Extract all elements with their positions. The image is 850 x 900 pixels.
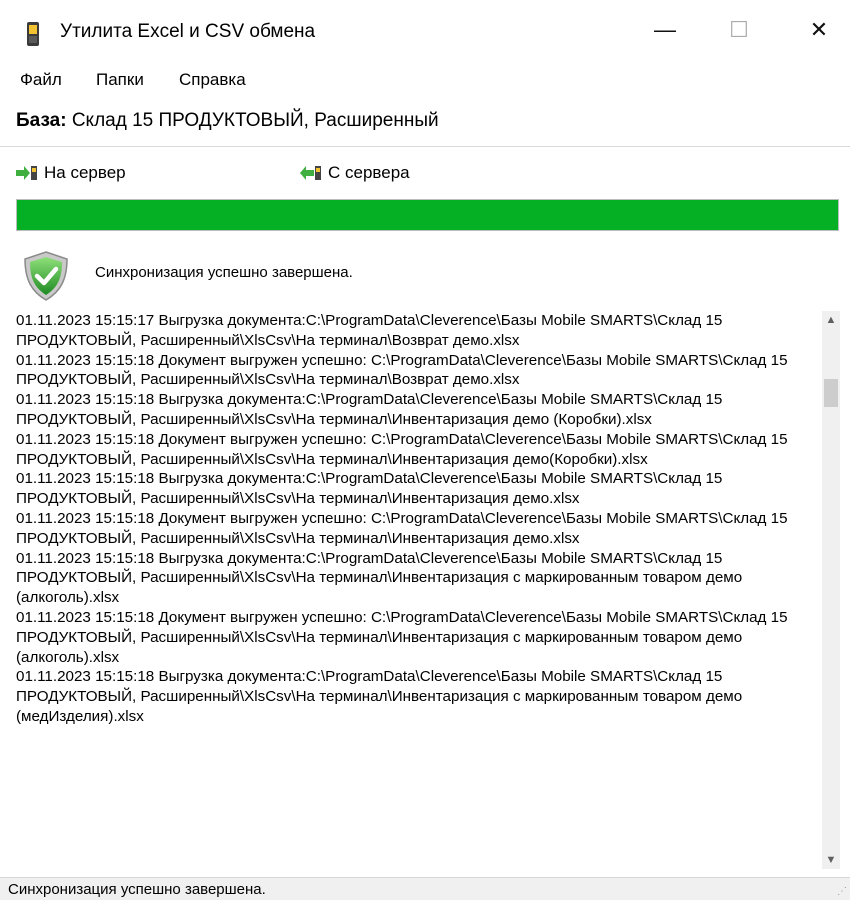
log-entry: 01.11.2023 15:15:18 Документ выгружен ус… — [16, 430, 788, 468]
app-icon — [27, 22, 39, 46]
menu-help[interactable]: Справка — [179, 70, 246, 90]
to-server-button[interactable]: На сервер — [16, 163, 126, 183]
shield-check-icon — [24, 251, 68, 301]
status-message: Синхронизация успешно завершена. — [95, 264, 353, 281]
log-entry: 01.11.2023 15:15:18 Выгрузка документа:C… — [16, 549, 743, 607]
menu-file[interactable]: Файл — [20, 70, 62, 90]
statusbar-text: Синхронизация успешно завершена. — [8, 881, 266, 898]
log-entry: 01.11.2023 15:15:18 Документ выгружен ус… — [16, 351, 788, 389]
log-entry: 01.11.2023 15:15:18 Выгрузка документа:C… — [16, 391, 723, 428]
database-line: База: Склад 15 ПРОДУКТОВЫЙ, Расширенный — [16, 110, 439, 132]
window-title: Утилита Excel и CSV обмена — [60, 21, 316, 42]
to-server-label: На сервер — [44, 163, 126, 182]
log-entry: 01.11.2023 15:15:18 Документ выгружен ус… — [16, 509, 788, 547]
resize-grip-icon[interactable]: ⋰ — [837, 886, 847, 897]
maximize-icon: ☐ — [729, 17, 749, 42]
close-icon: ✕ — [809, 17, 829, 42]
log-entry: 01.11.2023 15:15:18 Выгрузка документа:C… — [16, 668, 743, 725]
progress-fill — [17, 200, 838, 230]
title-bar: Утилита Excel и CSV обмена — ☐ ✕ — [0, 0, 850, 60]
database-value: Склад 15 ПРОДУКТОВЫЙ, Расширенный — [71, 110, 439, 131]
upload-arrow-icon — [16, 166, 37, 180]
divider — [0, 146, 850, 147]
menu-folders[interactable]: Папки — [96, 70, 144, 90]
log-scrollbar[interactable]: ▲ ▼ — [822, 311, 840, 869]
from-server-button[interactable]: С сервера — [300, 163, 410, 183]
scroll-down-icon[interactable]: ▼ — [822, 851, 840, 869]
minimize-button[interactable]: — — [634, 0, 696, 60]
log-list[interactable]: 01.11.2023 15:15:17 Выгрузка документа:C… — [16, 311, 821, 869]
close-button[interactable]: ✕ — [788, 0, 850, 60]
menu-bar: Файл Папки Справка — [0, 62, 850, 98]
from-server-label: С сервера — [328, 163, 410, 182]
minimize-icon: — — [654, 17, 676, 42]
maximize-button[interactable]: ☐ — [708, 0, 770, 60]
scroll-up-icon[interactable]: ▲ — [822, 311, 840, 329]
log-entry: 01.11.2023 15:15:17 Выгрузка документа:C… — [16, 312, 723, 349]
status-bar: Синхронизация успешно завершена. ⋰ — [0, 877, 850, 900]
download-arrow-icon — [300, 166, 321, 180]
scroll-thumb[interactable] — [824, 379, 838, 407]
progress-bar — [16, 199, 839, 231]
database-label: База: — [16, 110, 67, 131]
log-entry: 01.11.2023 15:15:18 Выгрузка документа:C… — [16, 470, 723, 508]
log-entry: 01.11.2023 15:15:18 Документ выгружен ус… — [16, 608, 788, 666]
